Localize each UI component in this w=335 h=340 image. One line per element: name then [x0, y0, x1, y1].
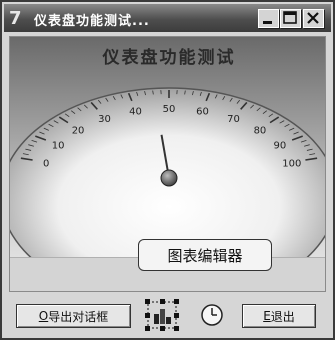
export-dialog-mnemonic: O [38, 309, 49, 323]
main-window: 7 仪表盘功能测试... 仪表盘功能测试 0 10 20 30 40 50 60… [0, 0, 335, 340]
gauge-tick-label: 100 [282, 158, 301, 169]
maximize-icon [283, 11, 297, 24]
exit-button[interactable]: E 退出 [242, 304, 316, 328]
window-title: 仪表盘功能测试... [34, 14, 150, 29]
title-bar[interactable]: 7 仪表盘功能测试... [4, 4, 331, 32]
gauge-tick-label: 40 [129, 107, 142, 118]
minimize-icon [263, 21, 272, 24]
chart-editor-icon[interactable] [145, 298, 179, 332]
gauge-title: 仪表盘功能测试 [102, 47, 236, 68]
gauge-tick-label: 90 [273, 141, 286, 152]
export-dialog-button[interactable]: O 导出对话框 [16, 304, 131, 328]
maximize-button[interactable] [280, 9, 301, 28]
chart-editor-glyph [145, 299, 179, 331]
gauge-tick-label: 80 [254, 126, 267, 137]
minimize-button[interactable] [258, 9, 279, 28]
exit-label: 退出 [270, 309, 295, 324]
gauge-tick-label: 10 [52, 141, 65, 152]
chart-editor-tooltip: 图表编辑器 [138, 239, 272, 271]
clock-icon[interactable] [200, 303, 224, 327]
close-button[interactable] [303, 9, 324, 28]
clock-glyph [201, 304, 223, 326]
app-icon: 7 [9, 8, 22, 29]
gauge-tick-label: 30 [98, 114, 111, 125]
close-icon [307, 12, 319, 24]
gauge-hub [160, 169, 178, 187]
gauge-tick-label: 20 [72, 126, 85, 137]
bottom-toolbar: O 导出对话框 E 退出 [5, 294, 330, 336]
gauge-tick-label: 0 [43, 158, 49, 169]
gauge-tick-label: 50 [163, 104, 176, 115]
gauge-tick-label: 70 [227, 114, 240, 125]
exit-mnemonic: E [263, 309, 271, 323]
export-dialog-label: 导出对话框 [48, 309, 109, 324]
gauge-tick-label: 60 [196, 107, 209, 118]
